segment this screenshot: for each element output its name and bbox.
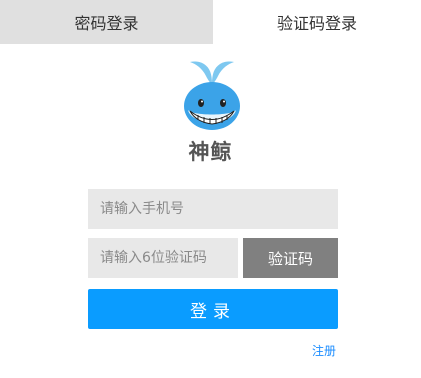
phone-input[interactable] (88, 189, 338, 229)
tab-code-login[interactable]: 验证码登录 (213, 0, 421, 44)
get-code-button[interactable]: 验证码 (243, 238, 338, 278)
login-page: 密码登录 验证码登录 神鲸 验证码 登录 注册 (0, 0, 421, 378)
login-tabs: 密码登录 验证码登录 (0, 0, 421, 44)
register-link[interactable]: 注册 (312, 342, 336, 359)
verification-code-input[interactable] (88, 238, 238, 278)
whale-logo-icon (184, 61, 240, 130)
brand-name: 神鲸 (188, 140, 233, 164)
login-button[interactable]: 登录 (88, 289, 338, 329)
tab-password-login[interactable]: 密码登录 (0, 0, 213, 44)
